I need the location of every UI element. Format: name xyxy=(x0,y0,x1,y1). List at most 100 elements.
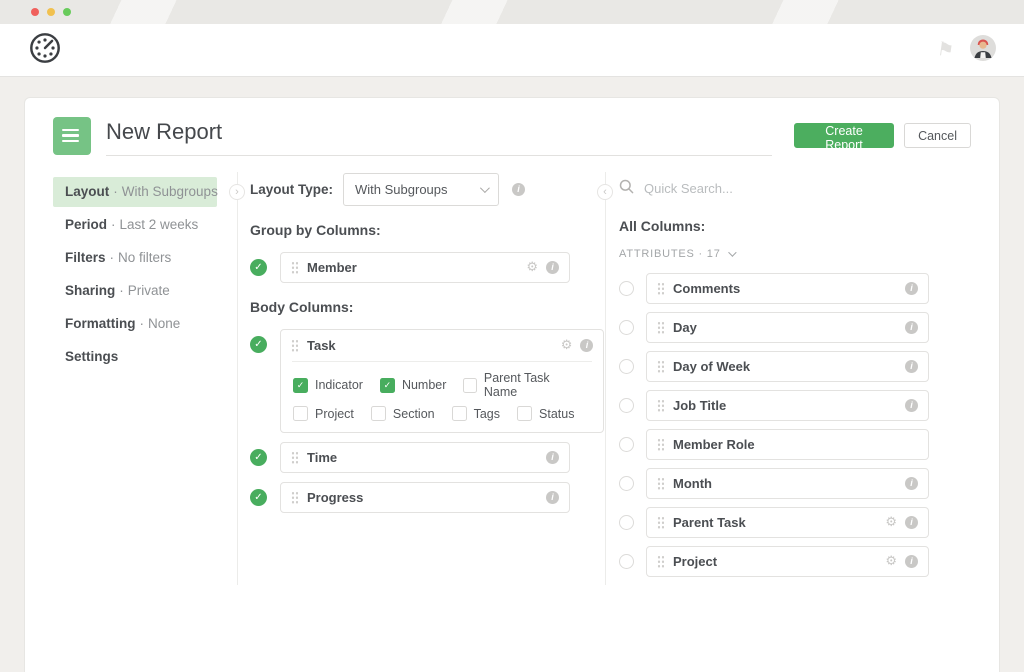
gear-icon[interactable]: ⚙ xyxy=(885,555,897,568)
sidebar-item-settings[interactable]: Settings xyxy=(53,342,217,372)
report-title-field-wrap xyxy=(106,115,772,156)
drag-handle-icon[interactable] xyxy=(657,360,664,373)
task-option-indicator[interactable]: ✓ Indicator xyxy=(293,378,363,393)
all-column-row-parent-task: Parent Task ⚙ i xyxy=(619,507,929,538)
column-card-task[interactable]: Task ⚙ i ✓ Indicator xyxy=(280,329,604,433)
checkbox-unchecked-icon[interactable] xyxy=(371,406,386,421)
column-select-circle[interactable] xyxy=(619,554,634,569)
all-column-row-job-title: Job Title i xyxy=(619,390,929,421)
checkbox-unchecked-icon[interactable] xyxy=(293,406,308,421)
report-settings-content: Layout·With Subgroups Period·Last 2 week… xyxy=(25,156,999,585)
info-icon[interactable]: i xyxy=(546,491,559,504)
create-report-button[interactable]: Create Report xyxy=(794,123,894,148)
page-background: Create Report Cancel Layout·With Subgrou… xyxy=(0,77,1024,671)
info-icon[interactable]: i xyxy=(905,360,918,373)
group-by-columns-heading: Group by Columns: xyxy=(250,222,570,238)
column-card-month[interactable]: Month i xyxy=(646,468,929,499)
task-option-section[interactable]: Section xyxy=(371,406,435,421)
drag-handle-icon[interactable] xyxy=(291,261,298,274)
all-column-row-comments: Comments i xyxy=(619,273,929,304)
app-logo-icon[interactable] xyxy=(28,31,62,70)
column-card-progress[interactable]: Progress i xyxy=(280,482,570,513)
column-card-job-title[interactable]: Job Title i xyxy=(646,390,929,421)
info-icon[interactable]: i xyxy=(905,321,918,334)
column-card-parent-task[interactable]: Parent Task ⚙ i xyxy=(646,507,929,538)
all-column-row-day-of-week: Day of Week i xyxy=(619,351,929,382)
column-card-comments[interactable]: Comments i xyxy=(646,273,929,304)
drag-handle-icon[interactable] xyxy=(657,516,664,529)
gear-icon[interactable]: ⚙ xyxy=(561,339,573,352)
drag-handle-icon[interactable] xyxy=(657,321,664,334)
checkbox-unchecked-icon[interactable] xyxy=(452,406,467,421)
column-card-project[interactable]: Project ⚙ i xyxy=(646,546,929,577)
column-card-day-of-week[interactable]: Day of Week i xyxy=(646,351,929,382)
column-checked-icon[interactable]: ✓ xyxy=(250,449,267,466)
task-option-status[interactable]: Status xyxy=(517,406,574,421)
quick-search-input[interactable] xyxy=(644,181,864,196)
column-select-circle[interactable] xyxy=(619,359,634,374)
column-select-circle[interactable] xyxy=(619,398,634,413)
column-select-circle[interactable] xyxy=(619,515,634,530)
column-select-circle[interactable] xyxy=(619,281,634,296)
report-title-input[interactable] xyxy=(106,119,772,145)
column-select-circle[interactable] xyxy=(619,476,634,491)
info-icon[interactable]: i xyxy=(905,516,918,529)
task-option-parent-task-name[interactable]: Parent Task Name xyxy=(463,371,574,399)
column-card-day[interactable]: Day i xyxy=(646,312,929,343)
drag-handle-icon[interactable] xyxy=(657,399,664,412)
column-checked-icon[interactable]: ✓ xyxy=(250,336,267,353)
drag-handle-icon[interactable] xyxy=(291,339,298,352)
info-icon[interactable]: i xyxy=(905,477,918,490)
checkbox-unchecked-icon[interactable] xyxy=(517,406,532,421)
zoom-window-button[interactable] xyxy=(63,8,71,16)
collapse-columns-handle[interactable]: ‹ xyxy=(597,184,613,200)
checkbox-unchecked-icon[interactable] xyxy=(463,378,476,393)
info-icon[interactable]: i xyxy=(905,555,918,568)
chevron-down-icon xyxy=(728,248,736,256)
info-icon[interactable]: i xyxy=(580,339,593,352)
info-icon[interactable]: i xyxy=(905,399,918,412)
column-card-member[interactable]: Member ⚙ i xyxy=(280,252,570,283)
notification-flag-icon[interactable]: ⚑ xyxy=(936,38,956,62)
column-checked-icon[interactable]: ✓ xyxy=(250,259,267,276)
checkbox-checked-icon[interactable]: ✓ xyxy=(293,378,308,393)
sidebar-item-period[interactable]: Period·Last 2 weeks xyxy=(53,210,217,240)
body-columns-heading: Body Columns: xyxy=(250,299,570,315)
collapse-nav-handle[interactable]: › xyxy=(229,184,245,200)
drag-handle-icon[interactable] xyxy=(657,438,664,451)
info-icon[interactable]: i xyxy=(546,451,559,464)
column-select-circle[interactable] xyxy=(619,437,634,452)
sidebar-item-sharing[interactable]: Sharing·Private xyxy=(53,276,217,306)
sidebar-item-filters[interactable]: Filters·No filters xyxy=(53,243,217,273)
drag-handle-icon[interactable] xyxy=(657,477,664,490)
user-avatar[interactable] xyxy=(970,35,996,66)
drag-handle-icon[interactable] xyxy=(657,282,664,295)
column-checked-icon[interactable]: ✓ xyxy=(250,489,267,506)
gear-icon[interactable]: ⚙ xyxy=(885,516,897,529)
task-option-tags[interactable]: Tags xyxy=(452,406,500,421)
cancel-button[interactable]: Cancel xyxy=(904,123,971,148)
sidebar-item-layout[interactable]: Layout·With Subgroups xyxy=(53,177,217,207)
gear-icon[interactable]: ⚙ xyxy=(526,261,538,274)
layout-type-info-icon[interactable]: i xyxy=(512,183,525,196)
columns-panel-divider: ‹ xyxy=(605,172,606,585)
column-select-circle[interactable] xyxy=(619,320,634,335)
minimize-window-button[interactable] xyxy=(47,8,55,16)
attributes-group-toggle[interactable]: ATTRIBUTES · 17 xyxy=(619,248,929,260)
sidebar-item-formatting[interactable]: Formatting·None xyxy=(53,309,217,339)
drag-handle-icon[interactable] xyxy=(291,491,298,504)
window-controls xyxy=(31,8,71,16)
drag-handle-icon[interactable] xyxy=(291,451,298,464)
layout-type-select[interactable]: With Subgroups xyxy=(343,173,499,206)
column-card-time[interactable]: Time i xyxy=(280,442,570,473)
column-card-member-role[interactable]: Member Role xyxy=(646,429,929,460)
checkbox-checked-icon[interactable]: ✓ xyxy=(380,378,395,393)
new-report-card: Create Report Cancel Layout·With Subgrou… xyxy=(24,97,1000,672)
info-icon[interactable]: i xyxy=(905,282,918,295)
drag-handle-icon[interactable] xyxy=(657,555,664,568)
task-option-project[interactable]: Project xyxy=(293,406,354,421)
task-option-number[interactable]: ✓ Number xyxy=(380,378,446,393)
close-window-button[interactable] xyxy=(31,8,39,16)
info-icon[interactable]: i xyxy=(546,261,559,274)
all-column-row-day: Day i xyxy=(619,312,929,343)
